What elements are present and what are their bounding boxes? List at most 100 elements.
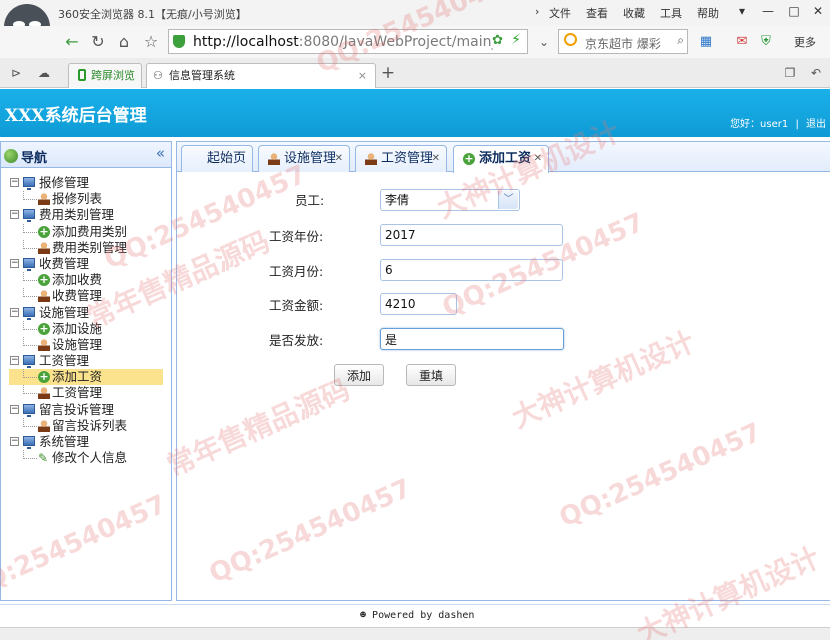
sidebar-item[interactable]: 费用类别管理: [1, 239, 171, 256]
speed-mode-icon[interactable]: ⚡: [511, 32, 521, 48]
browser-titlebar: 360安全浏览器 8.1【无痕/小号浏览】 › 文件 查看 收藏 工具 帮助 ▾…: [0, 0, 830, 50]
address-dropdown-icon[interactable]: ⌄: [532, 30, 556, 54]
search-icon[interactable]: ⌕: [677, 33, 684, 48]
sidebar-item[interactable]: 工资管理: [1, 385, 171, 401]
paid-status-input[interactable]: [380, 328, 564, 350]
tree-connector: [23, 223, 37, 233]
nav-sidebar: 导航 « − 报修管理 报修列表 − 费用类别管理 + 添加费用类别 费用类别管理 − 收费管理 +…: [0, 141, 172, 601]
sidebar-item-label: 添加工资: [52, 369, 103, 385]
add-icon: +: [463, 152, 475, 165]
menu-tools[interactable]: 工具: [660, 5, 682, 21]
menu-favorites[interactable]: 收藏: [623, 5, 645, 21]
reset-button[interactable]: 重填: [406, 364, 456, 386]
sidebar-item[interactable]: + 添加工资: [1, 369, 171, 386]
tree-group[interactable]: − 设施管理: [1, 305, 171, 321]
sidebar-item[interactable]: 设施管理: [1, 336, 171, 353]
collapse-toggle-icon[interactable]: −: [10, 307, 19, 317]
salary-amount-input[interactable]: [380, 293, 457, 315]
sidebar-item-label: 收费管理: [52, 288, 103, 304]
sidebar-item[interactable]: + 添加设施: [1, 320, 171, 337]
sidebar-item[interactable]: + 添加费用类别: [1, 223, 171, 240]
bookmark-star-icon[interactable]: ☆: [139, 30, 163, 54]
sidebar-item[interactable]: 留言投诉列表: [1, 417, 171, 434]
tree-group-label: 设施管理: [39, 304, 90, 320]
salary-year-input[interactable]: [380, 224, 563, 246]
tree-group[interactable]: − 留言投诉管理: [1, 402, 171, 418]
tab-facility-management[interactable]: 设施管理 ✕: [258, 145, 350, 172]
maximize-icon[interactable]: □: [782, 2, 806, 20]
tree-connector: [23, 417, 37, 427]
menu-chevron-icon[interactable]: ›: [535, 5, 539, 18]
chevron-down-icon[interactable]: ﹀: [498, 191, 518, 209]
add-icon: +: [38, 321, 50, 335]
menu-file[interactable]: 文件: [549, 5, 571, 21]
add-icon: +: [38, 224, 50, 238]
collapse-toggle-icon[interactable]: −: [10, 210, 19, 220]
tree-group-label: 报修管理: [39, 175, 90, 190]
collapse-toggle-icon[interactable]: −: [10, 404, 19, 414]
tree-group[interactable]: − 收费管理: [1, 256, 171, 272]
browser-tab-cross-screen[interactable]: 跨屏浏览: [68, 63, 142, 88]
tab-add-salary[interactable]: + 添加工资 ✕: [453, 145, 549, 173]
tab-salary-management[interactable]: 工资管理 ✕: [355, 145, 447, 172]
close-tab-icon[interactable]: ✕: [432, 146, 440, 171]
mail-icon[interactable]: ✉: [730, 30, 754, 54]
back-icon[interactable]: ←: [60, 30, 84, 54]
skin-icon[interactable]: ▾: [730, 2, 754, 20]
search-box[interactable]: 京东超市 爆彩 ⌕: [558, 29, 688, 54]
tree-group[interactable]: − 费用类别管理: [1, 207, 171, 223]
address-bar[interactable]: http://localhost:8080/JavaWebProject/mai…: [168, 29, 528, 54]
sidebar-item[interactable]: 收费管理: [1, 288, 171, 304]
refresh-icon[interactable]: ↻: [86, 30, 110, 54]
tree-group[interactable]: − 报修管理: [1, 175, 171, 191]
close-tab-icon[interactable]: ✕: [335, 146, 343, 171]
tab-list-icon[interactable]: ❐: [778, 61, 802, 85]
new-tab-button[interactable]: +: [376, 61, 400, 85]
tab-start-page[interactable]: 起始页: [181, 145, 253, 172]
search-suggestion: 京东超市 爆彩: [585, 37, 661, 51]
pencil-icon: ✎: [38, 451, 49, 466]
menu-help[interactable]: 帮助: [697, 5, 719, 21]
home-icon[interactable]: ⌂: [112, 30, 136, 54]
browser-tab-info-system[interactable]: ⚇ 信息管理系统 ×: [146, 63, 376, 88]
menu-view[interactable]: 查看: [586, 5, 608, 21]
more-tools-link[interactable]: 更多: [794, 34, 816, 50]
sidebar-item[interactable]: ✎ 修改个人信息: [1, 450, 171, 466]
computer-icon: [23, 436, 35, 449]
collapse-toggle-icon[interactable]: −: [10, 356, 19, 366]
collapse-toggle-icon[interactable]: −: [10, 437, 19, 446]
tree-group-label: 工资管理: [39, 353, 90, 369]
minimize-icon[interactable]: —: [756, 2, 780, 20]
collapse-toggle-icon[interactable]: −: [10, 178, 19, 187]
collapse-sidebar-icon[interactable]: «: [156, 144, 165, 162]
sidebar-item[interactable]: + 添加收费: [1, 272, 171, 288]
sidebar-item[interactable]: 报修列表: [1, 191, 171, 207]
tree-group[interactable]: − 系统管理: [1, 434, 171, 450]
sidebar-toggle-icon[interactable]: ⊳: [4, 61, 28, 85]
cloud-icon[interactable]: ☁: [32, 61, 56, 85]
logout-link[interactable]: 退出: [806, 119, 826, 130]
compat-mode-icon[interactable]: ✿: [492, 33, 503, 48]
tree-group-label: 留言投诉管理: [39, 401, 115, 417]
employee-label: 员工:: [295, 193, 325, 208]
computer-icon: [23, 403, 35, 417]
user-info: 您好：user1 | 退出: [730, 115, 826, 130]
close-tab-icon[interactable]: ×: [358, 64, 367, 87]
app-header: XXX系统后台管理 您好：user1 | 退出: [0, 89, 830, 137]
employee-select[interactable]: 李倩 ﹀: [380, 189, 520, 211]
collapse-toggle-icon[interactable]: −: [10, 258, 19, 268]
tree-group[interactable]: − 工资管理: [1, 353, 171, 369]
close-tab-icon[interactable]: ✕: [534, 146, 542, 171]
add-button[interactable]: 添加: [334, 364, 384, 386]
security-guard-icon[interactable]: ⛨: [754, 30, 778, 54]
address-url[interactable]: http://localhost:8080/JavaWebProject/mai…: [193, 34, 493, 50]
apps-grid-icon[interactable]: ▦: [694, 30, 718, 54]
computer-icon: [23, 209, 35, 223]
content-tabs: 起始页 设施管理 ✕ 工资管理 ✕ + 添加工资 ✕: [177, 142, 830, 173]
salary-month-input[interactable]: [380, 259, 563, 281]
header-separator: |: [795, 119, 799, 130]
search-engine-icon[interactable]: [564, 33, 577, 46]
close-window-icon[interactable]: ✕: [806, 2, 830, 20]
sidebar-title: 导航: [21, 151, 48, 166]
undo-close-icon[interactable]: ↶: [804, 61, 828, 85]
